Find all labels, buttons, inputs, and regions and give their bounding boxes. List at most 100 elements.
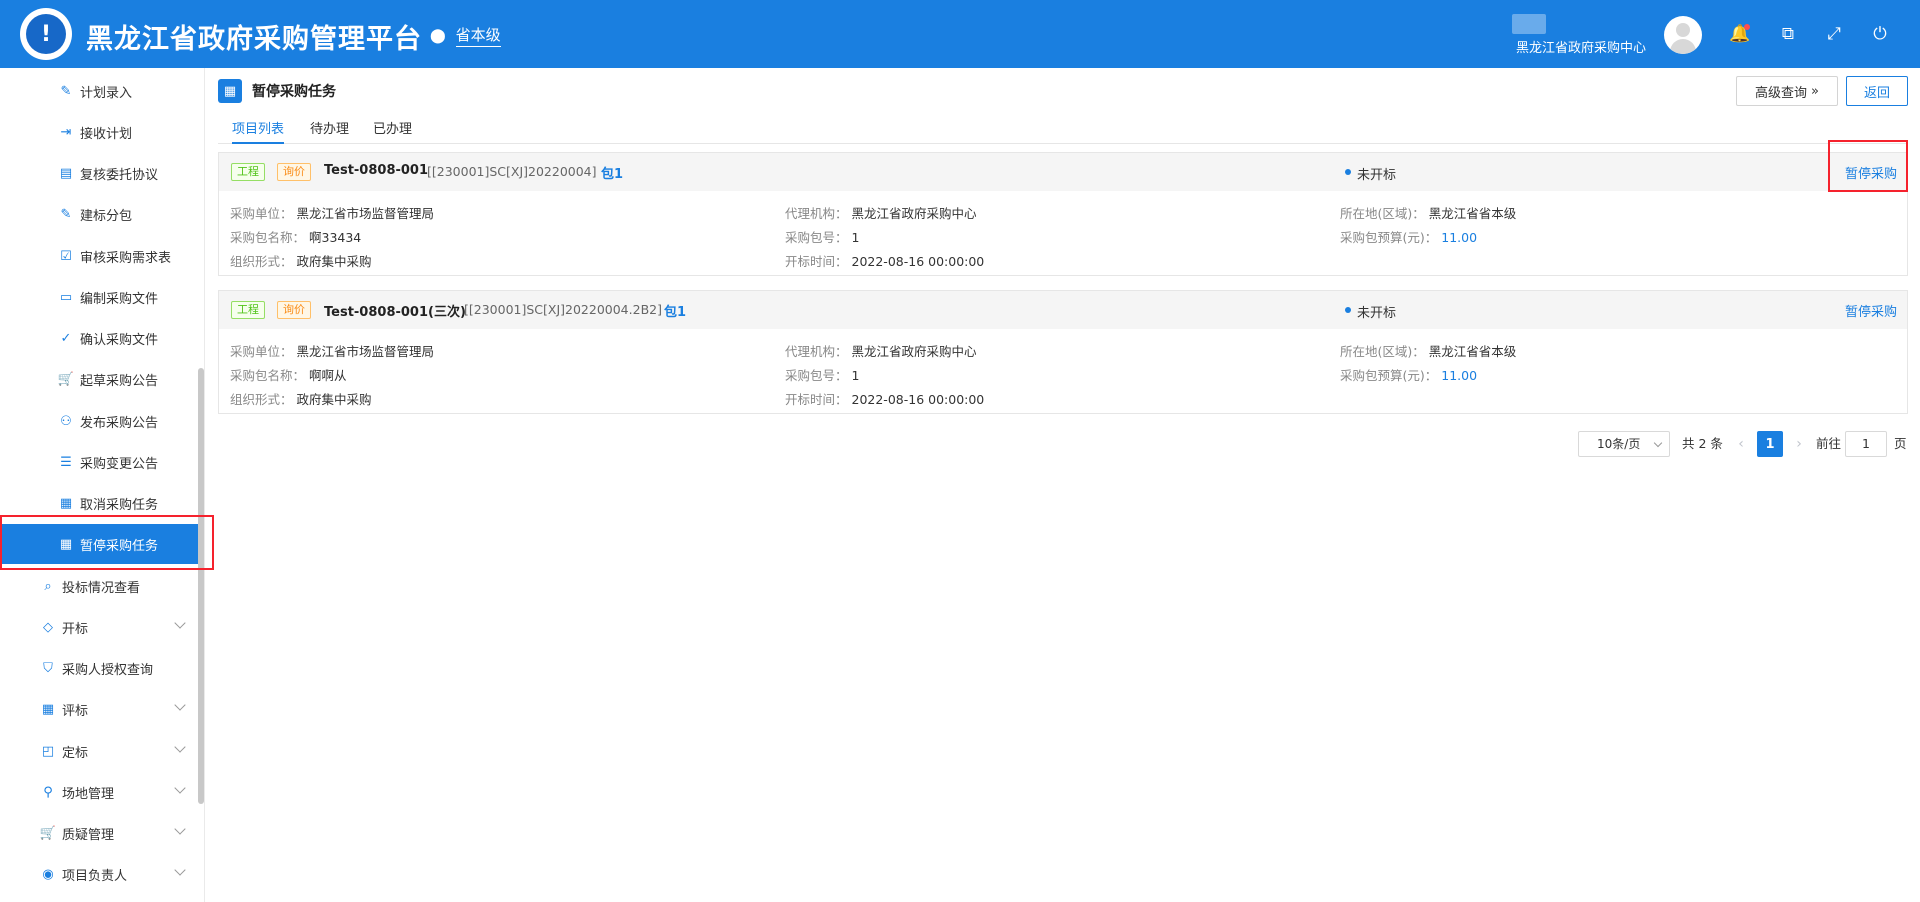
field-budget: 采购包预算(元)： 11.00 [1340,230,1478,245]
document-icon: ▤ [59,165,73,181]
field-package-no: 采购包号： 1 [785,230,860,245]
search-doc-icon: ⌕ [44,578,52,594]
sidebar-item-label: 起草采购公告 [80,373,159,389]
sidebar-item-confirm-files[interactable]: ✓ 确认采购文件 [0,318,198,358]
avatar[interactable] [1664,16,1702,54]
cart-icon: 🛒 [57,371,75,387]
page-number-current[interactable]: 1 [1757,431,1783,457]
status-text: 未开标 [1357,168,1397,183]
page-size-value: 10条/页 [1597,437,1641,451]
field-location: 所在地(区域)： 黑龙江省省本级 [1340,344,1517,359]
field-agency: 代理机构： 黑龙江省政府采购中心 [785,206,977,221]
sidebar-item-label: 定标 [62,745,89,761]
switch-icon[interactable]: ⧉ [1776,22,1800,46]
region-label[interactable]: 省本级 [455,24,501,47]
total-count: 共 2 条 [1682,436,1723,451]
sidebar-item-label: 审核采购需求表 [80,250,172,266]
project-card: 工程 询价 Test-0808-001(三次) [[230001]SC[XJ]2… [218,290,1908,414]
goto-page-input[interactable]: 1 [1845,431,1887,457]
notification-bell-icon[interactable]: 🔔 [1728,22,1752,46]
field-org-form: 组织形式： 政府集中采购 [230,254,372,269]
advanced-query-button[interactable]: 高级查询» [1736,76,1838,106]
sidebar-item-review-agreement[interactable]: ▤ 复核委托协议 [0,153,198,193]
person-circle-icon: ◉ [42,866,54,882]
fullscreen-icon[interactable]: ⤢ [1822,22,1846,46]
project-card-header: 工程 询价 Test-0808-001 [[230001]SC[XJ]20220… [219,153,1907,191]
sidebar-item-label: 接收计划 [80,126,133,142]
sidebar-item-draft-notice[interactable]: 🛒 起草采购公告 [0,359,198,399]
sidebar-item-label: 取消采购任务 [80,497,159,513]
sidebar-group-bid-view[interactable]: ⌕ 投标情况查看 [0,566,198,606]
field-unit: 采购单位： 黑龙江省市场监督管理局 [230,206,435,221]
tab-project-list[interactable]: 项目列表 [232,118,285,144]
page-size-select[interactable]: 10条/页 [1578,431,1670,457]
sidebar-item-label: 计划录入 [80,85,133,101]
user-org: 黑龙江省政府采购中心 [1516,41,1647,56]
sidebar-group-challenge[interactable]: 🛒 质疑管理 [0,813,198,853]
field-budget: 采购包预算(元)： 11.00 [1340,368,1478,383]
import-icon: ⇥ [60,124,72,140]
tab-done[interactable]: 已办理 [373,118,412,144]
chevron-down-icon [174,864,186,876]
sidebar-group-evaluation[interactable]: ▦ 评标 [0,689,198,729]
list-icon: ☰ [60,454,72,470]
package-link[interactable]: 包1 [601,163,623,182]
chevron-down-icon [1653,438,1663,448]
sidebar-item-publish-notice[interactable]: ⚇ 发布采购公告 [0,401,198,441]
user-icon: ⚲ [43,784,53,800]
sidebar-item-label: 采购变更公告 [80,456,159,472]
project-card-body: 采购单位： 黑龙江省市场监督管理局 采购包名称： 啊啊从 组织形式： 政府集中采… [219,329,1907,413]
app-title: 黑龙江省政府采购管理平台 [86,24,422,55]
prev-page-icon[interactable]: ‹ [1728,431,1754,457]
sidebar-item-label: 发布采购公告 [80,415,159,431]
edit-icon: ✎ [60,83,72,99]
method-tag: 询价 [277,301,311,319]
back-button[interactable]: 返回 [1846,76,1908,106]
sidebar-group-bid-opening[interactable]: ◇ 开标 [0,607,198,647]
next-page-icon[interactable]: › [1786,431,1812,457]
sidebar-group-award[interactable]: ◰ 定标 [0,731,198,771]
advanced-query-label: 高级查询 [1755,85,1808,101]
goto-label: 前往 [1816,436,1842,451]
file-check-icon: ✓ [60,330,72,346]
highlight-box-action [1828,140,1908,192]
sidebar-item-review-demand[interactable]: ☑ 审核采购需求表 [0,236,198,276]
tab-bar: 项目列表 待办理 已办理 [218,114,1908,144]
award-icon: ◰ [41,743,55,759]
sidebar-item-build-package[interactable]: ✎ 建标分包 [0,194,198,234]
package-link[interactable]: 包1 [664,301,686,320]
status-text: 未开标 [1357,306,1397,321]
sidebar-item-label: 编制采购文件 [80,291,159,307]
highlight-box-sidebar [0,515,214,570]
chevron-down-icon [174,782,186,794]
page-header: ▦ 暂停采购任务 [218,79,336,103]
tab-pending[interactable]: 待办理 [310,118,349,144]
sidebar-item-label: 评标 [62,703,89,719]
sidebar-item-change-notice[interactable]: ☰ 采购变更公告 [0,442,198,482]
type-tag: 工程 [231,163,265,181]
project-name: Test-0808-001(三次) [324,305,466,320]
sidebar-group-project-lead[interactable]: ◉ 项目负责人 [0,854,198,894]
sidebar: ✎ 计划录入 ⇥ 接收计划 ▤ 复核委托协议 ✎ 建标分包 ☑ 审核采购需求表 ▭ 编制采购… [0,68,205,902]
method-tag: 询价 [277,163,311,181]
chevron-down-icon [174,699,186,711]
sidebar-group-auth-query[interactable]: ⛉ 采购人授权查询 [0,648,198,688]
suspend-procurement-link[interactable]: 暂停采购 [1845,301,1897,320]
sidebar-item-label: 采购人授权查询 [62,662,154,678]
sidebar-item-compile-files[interactable]: ▭ 编制采购文件 [0,277,198,317]
users-icon: ⚇ [60,413,72,429]
field-open-time: 开标时间： 2022-08-16 00:00:00 [785,392,985,407]
location-pin-icon: ⬤ [430,27,446,44]
project-code: [[230001]SC[XJ]20220004] [427,164,597,179]
sidebar-item-label: 开标 [62,621,89,637]
page-title: 暂停采购任务 [252,84,336,100]
diamond-icon: ◇ [43,619,53,635]
sidebar-scrollbar[interactable] [198,368,204,804]
region-selector[interactable]: ⬤ 省本级 [430,24,501,47]
sidebar-item-receive-plan[interactable]: ⇥ 接收计划 [0,112,198,152]
power-icon[interactable]: ⏻ [1868,22,1892,46]
sidebar-item-label: 场地管理 [62,786,115,802]
sidebar-item-plan-entry[interactable]: ✎ 计划录入 [0,71,198,111]
sidebar-group-venue[interactable]: ⚲ 场地管理 [0,772,198,812]
sidebar-item-label: 质疑管理 [62,827,115,843]
